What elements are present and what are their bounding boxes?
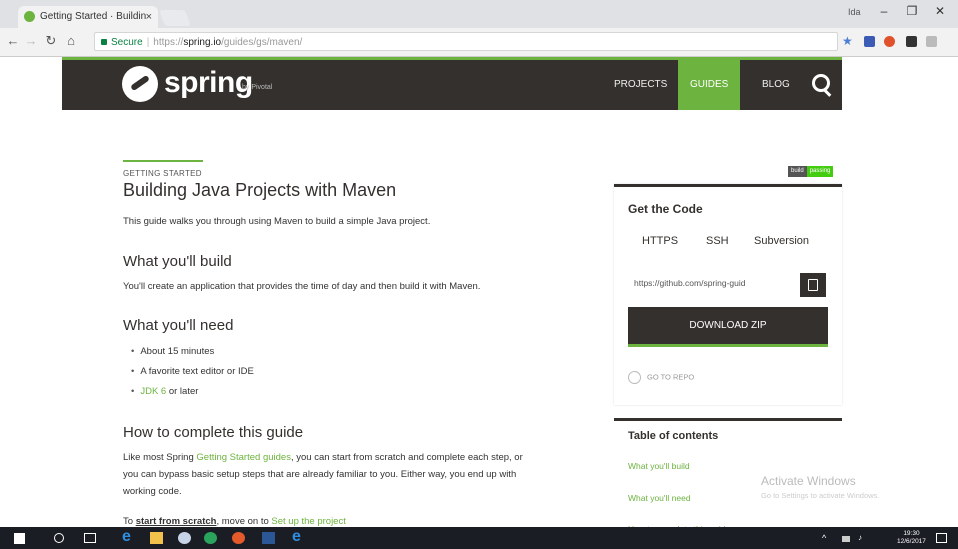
clone-url-field[interactable]: https://github.com/spring-guid [626, 271, 802, 295]
edge-icon[interactable]: e [122, 528, 135, 545]
eyebrow: GETTING STARTED [123, 169, 202, 178]
need-heading: What you'll need [123, 317, 234, 334]
extension-icon[interactable] [884, 36, 895, 47]
by-pivotal: by Pivotal [242, 84, 273, 91]
url-scheme: https:// [153, 37, 184, 48]
reload-icon[interactable]: ↻ [44, 33, 58, 49]
address-bar[interactable]: Secure | https://spring.io/guides/gs/maven… [94, 32, 838, 51]
search-icon[interactable] [812, 74, 830, 92]
eyebrow-accent [123, 160, 203, 162]
getting-started-guides-link[interactable]: Getting Started guides [196, 452, 291, 463]
get-code-title: Get the Code [628, 202, 703, 216]
url-host: spring.io [183, 37, 222, 48]
maximize-button[interactable]: ❐ [900, 4, 924, 18]
complete-text-line3: working code. [123, 486, 182, 497]
tab-ssh[interactable]: SSH [706, 235, 729, 247]
complete-text-line1: Like most Spring Getting Started guides,… [123, 452, 523, 463]
browser-tab-strip: Getting Started · Buildin × Ida – ❐ ✕ [0, 0, 958, 28]
task-view-icon[interactable] [84, 533, 96, 543]
complete-text-line2: you can bypass basic setup steps that ar… [123, 469, 517, 480]
browser-tab[interactable]: Getting Started · Buildin × [18, 6, 158, 28]
site-header: spring by Pivotal PROJECTS GUIDES BLOG [62, 57, 842, 110]
tray-chevron-icon[interactable]: ^ [822, 533, 835, 545]
app-icon[interactable] [178, 532, 191, 544]
page-title: Building Java Projects with Maven [123, 180, 397, 200]
jdk-link[interactable]: JDK 6 [140, 386, 166, 397]
profile-name[interactable]: Ida [848, 7, 861, 17]
bookmark-star-icon[interactable]: ★ [842, 34, 853, 48]
spring-favicon-icon [24, 11, 35, 22]
build-text: You'll create an application that provid… [123, 281, 481, 292]
intro-text: This guide walks you through using Maven… [123, 216, 431, 227]
list-item: JDK 6 or later [131, 386, 198, 397]
nav-blog[interactable]: BLOG [762, 60, 790, 110]
taskbar-clock[interactable]: 19:30 12/6/2017 [897, 530, 926, 546]
word-icon[interactable] [262, 532, 275, 544]
tab-title: Getting Started · Buildin [40, 11, 147, 22]
get-the-code-card: Get the Code HTTPS SSH Subversion https:… [614, 184, 842, 405]
copy-clipboard-button[interactable] [800, 273, 826, 297]
extension-icon[interactable] [906, 36, 917, 47]
nav-guides[interactable]: GUIDES [678, 60, 741, 110]
chrome-icon[interactable] [232, 532, 245, 544]
windows-taskbar: e e ^ ♪ 19:30 12/6/2017 [0, 527, 958, 549]
toc-item[interactable]: What you'll build [628, 461, 690, 471]
complete-heading: How to complete this guide [123, 424, 304, 441]
close-tab-icon[interactable]: × [146, 6, 152, 28]
extension-icon[interactable] [926, 36, 937, 47]
toc-item[interactable]: What you'll need [628, 493, 691, 503]
minimize-button[interactable]: – [872, 4, 896, 18]
nav-projects[interactable]: PROJECTS [614, 60, 667, 110]
back-arrow-icon[interactable]: ← [6, 33, 20, 48]
new-tab-button[interactable] [159, 10, 191, 26]
forward-arrow-icon[interactable]: → [24, 33, 38, 48]
close-window-button[interactable]: ✕ [928, 4, 952, 18]
url-path: /guides/gs/maven/ [221, 37, 303, 48]
lock-icon [101, 39, 107, 45]
extension-icon[interactable] [864, 36, 875, 47]
file-explorer-icon[interactable] [150, 532, 163, 544]
browser-toolbar: ← → ↻ ⌂ Secure | https://spring.io/guides/… [0, 28, 958, 57]
home-icon[interactable]: ⌂ [64, 33, 78, 48]
list-item: A favorite text editor or IDE [131, 366, 254, 377]
toc-title: Table of contents [628, 430, 719, 442]
volume-icon[interactable]: ♪ [858, 533, 871, 545]
windows-start-icon[interactable] [14, 533, 25, 544]
spring-logo-icon[interactable] [122, 66, 158, 102]
secure-label: Secure [111, 37, 143, 48]
build-status-badge[interactable]: build passing [788, 166, 834, 177]
github-icon [628, 371, 641, 384]
notifications-icon[interactable] [936, 533, 947, 543]
set-up-project-link[interactable]: Set up the project [271, 516, 345, 527]
search-icon[interactable] [54, 533, 64, 543]
scratch-text: To start from scratch, move on to Set up… [123, 516, 346, 527]
tab-https[interactable]: HTTPS [642, 235, 678, 247]
ie-icon[interactable]: e [292, 528, 305, 545]
activate-windows-watermark: Activate Windows [761, 474, 856, 488]
build-heading: What you'll build [123, 253, 232, 270]
download-zip-button[interactable]: DOWNLOAD ZIP [628, 307, 828, 347]
go-to-repo-link[interactable]: GO TO REPO [628, 371, 694, 384]
list-item: About 15 minutes [131, 346, 214, 357]
activate-windows-hint: Go to Settings to activate Windows. [761, 491, 880, 500]
brand-name[interactable]: spring [164, 66, 253, 100]
tab-subversion[interactable]: Subversion [754, 235, 809, 247]
app-icon[interactable] [204, 532, 217, 544]
battery-icon[interactable] [842, 536, 850, 542]
